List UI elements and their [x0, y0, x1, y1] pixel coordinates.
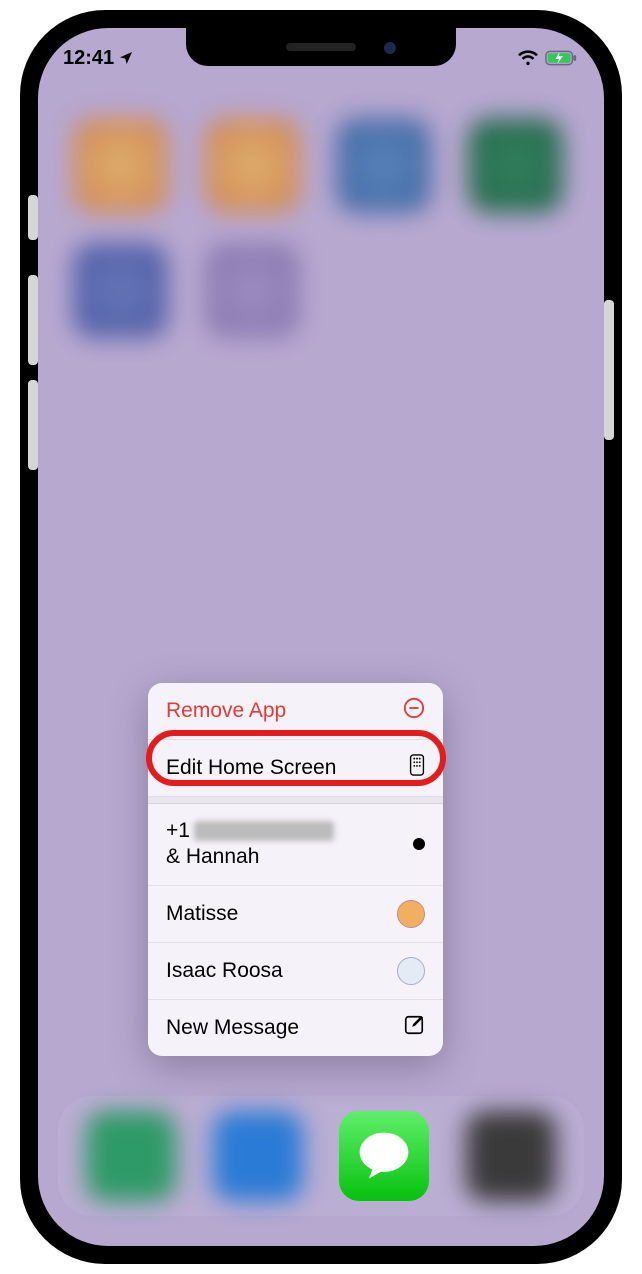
notch — [186, 28, 456, 66]
messages-icon — [354, 1126, 414, 1186]
volume-up-button — [28, 275, 38, 365]
dock-app-blurred — [466, 1111, 556, 1201]
dock-app-blurred — [213, 1111, 303, 1201]
blurred-app — [205, 243, 300, 338]
compose-icon — [403, 1014, 425, 1042]
avatar-icon — [397, 900, 425, 928]
unread-dot-icon — [413, 838, 425, 850]
dock-app-blurred — [86, 1111, 176, 1201]
dock — [58, 1096, 584, 1216]
remove-icon — [403, 697, 425, 725]
messages-app[interactable] — [339, 1111, 429, 1201]
power-button — [604, 300, 614, 440]
conversation-item[interactable]: Matisse — [148, 886, 443, 943]
remove-app-label: Remove App — [166, 699, 286, 723]
silence-switch — [28, 195, 38, 240]
volume-down-button — [28, 380, 38, 470]
redacted-number — [194, 821, 334, 841]
new-message-label: New Message — [166, 1016, 299, 1040]
status-time: 12:41 — [63, 47, 114, 70]
blurred-app — [336, 118, 431, 213]
contact-name: Isaac Roosa — [166, 959, 283, 983]
blurred-app — [73, 243, 168, 338]
phone-grid-icon — [409, 754, 425, 782]
front-camera — [384, 42, 396, 54]
blurred-app — [205, 118, 300, 213]
home-apps-blurred — [38, 118, 604, 338]
conversation-item[interactable]: +1 & Hannah — [148, 804, 443, 886]
contact-subline: & Hannah — [166, 844, 334, 870]
battery-icon — [545, 49, 579, 67]
remove-app-item[interactable]: Remove App — [148, 683, 443, 740]
new-message-item[interactable]: New Message — [148, 1000, 443, 1056]
contact-name: Matisse — [166, 902, 238, 926]
speaker-grille — [286, 43, 356, 51]
context-menu: Remove App Edit Home Screen +1 & Hannah — [148, 683, 443, 1056]
contact-prefix: +1 — [166, 819, 190, 842]
menu-divider — [148, 797, 443, 804]
edit-home-screen-item[interactable]: Edit Home Screen — [148, 740, 443, 797]
avatar-icon — [397, 957, 425, 985]
wifi-icon — [517, 49, 539, 67]
location-icon — [118, 50, 134, 66]
blurred-app — [468, 118, 563, 213]
edit-home-label: Edit Home Screen — [166, 756, 336, 780]
device-frame: 12:41 Remove — [20, 10, 622, 1264]
conversation-label: +1 & Hannah — [166, 818, 334, 871]
conversation-item[interactable]: Isaac Roosa — [148, 943, 443, 1000]
screen: 12:41 Remove — [38, 28, 604, 1246]
blurred-app — [73, 118, 168, 213]
